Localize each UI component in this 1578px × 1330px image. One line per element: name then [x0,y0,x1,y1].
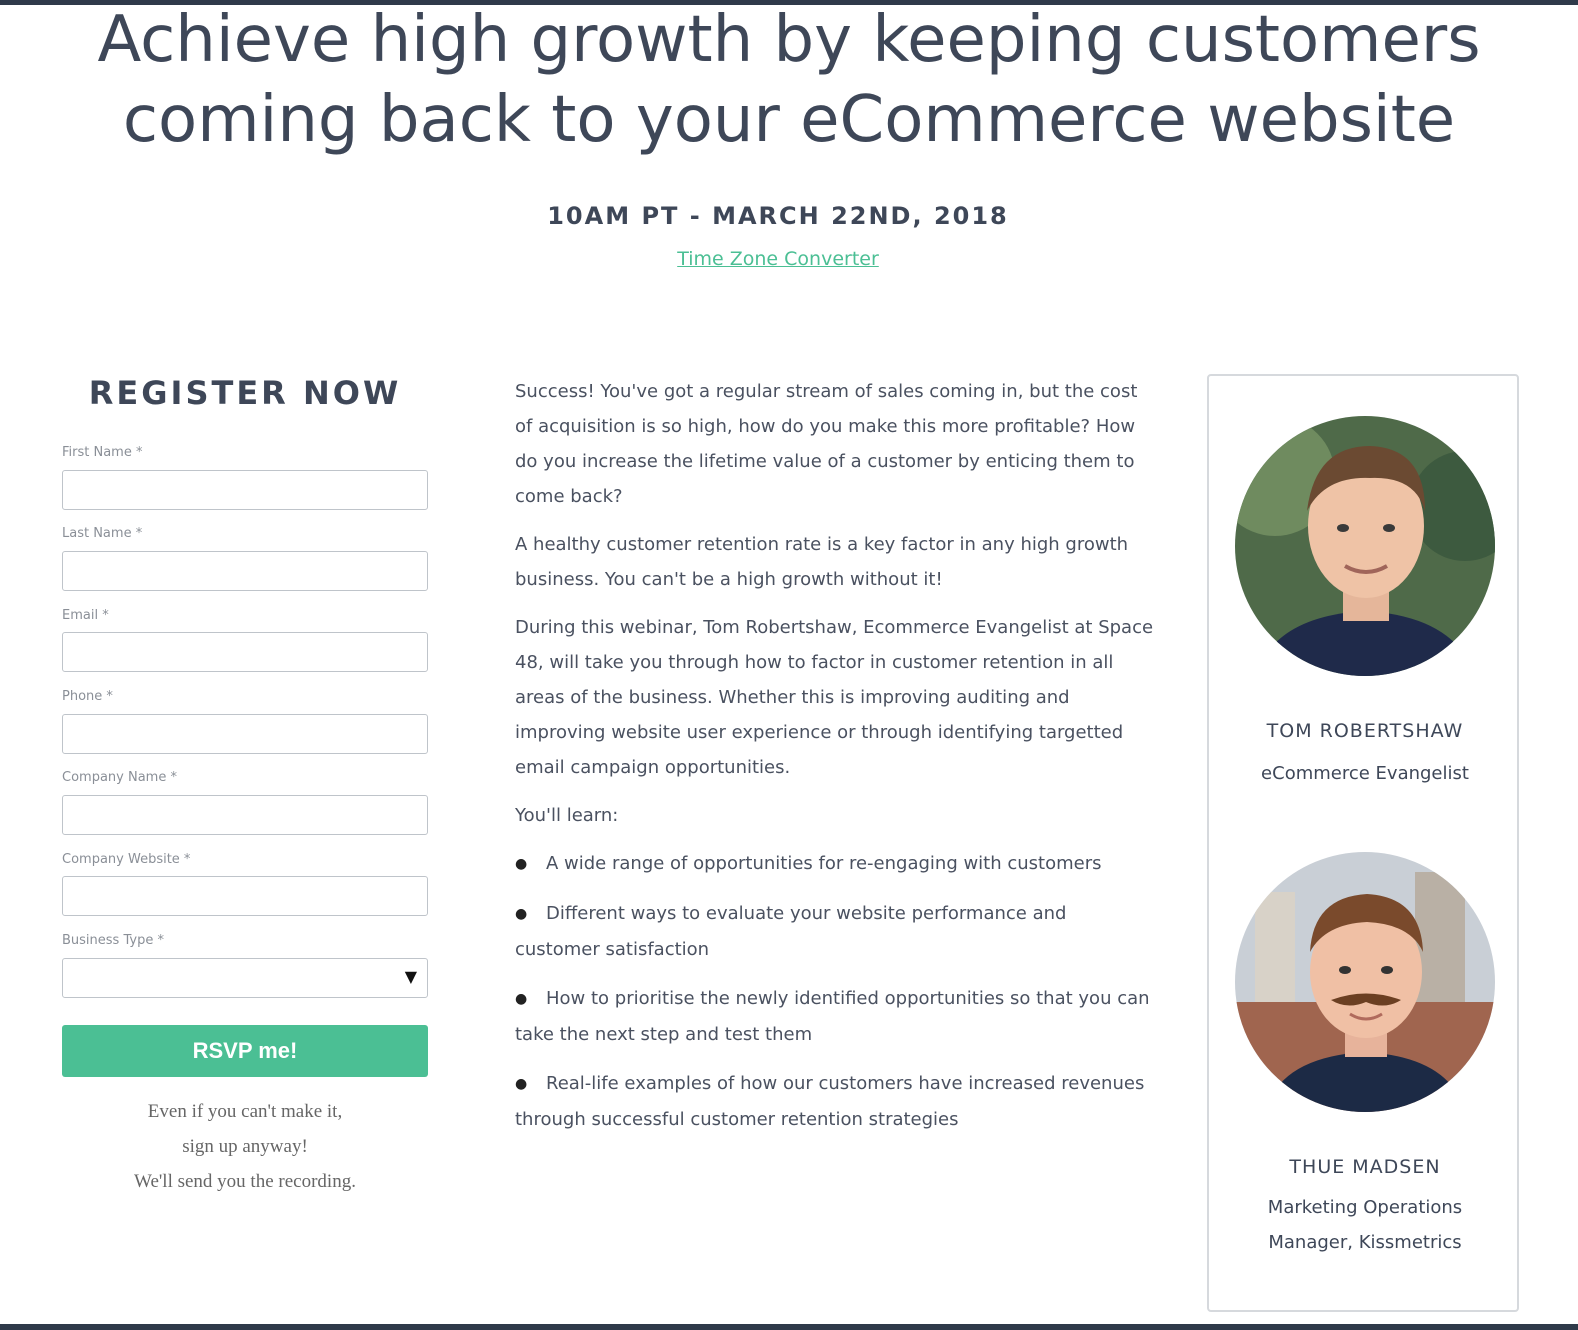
event-date-time: 10AM PT - MARCH 22ND, 2018 [547,202,1009,230]
bullet-icon: ● [515,991,528,1007]
learning-point-text: Different ways to evaluate your website … [515,903,1067,960]
last-name-label: Last Name * [62,526,143,541]
bullet-icon: ● [515,906,528,922]
register-now-heading: REGISTER NOW [88,374,402,412]
last-name-input[interactable] [62,551,428,591]
speaker-photo-tom-robertshaw [1235,416,1495,676]
phone-input[interactable] [62,714,428,754]
bullet-icon: ● [515,856,528,872]
page-headline: Achieve high growth by keeping customers… [40,0,1538,160]
recording-notice-line-2: sign up anyway! [182,1136,308,1157]
headline-line-1: Achieve high growth by keeping customers [97,3,1481,77]
list-item: ● Real-life examples of how our customers… [515,1066,1155,1137]
learning-point-text: How to prioritise the newly identified o… [515,988,1150,1045]
description-paragraph-2: A healthy customer retention rate is a k… [515,534,1129,590]
first-name-input[interactable] [62,470,428,510]
description-paragraph-3: During this webinar, Tom Robertshaw, Eco… [515,617,1154,778]
learn-heading: You'll learn: [515,805,619,826]
email-label: Email * [62,608,109,623]
company-name-label: Company Name * [62,770,177,785]
company-name-input[interactable] [62,795,428,835]
speaker-name-1: TOM ROBERTSHAW [1266,720,1464,742]
speaker-photo-thue-madsen [1235,852,1495,1112]
email-input[interactable] [62,632,428,672]
list-item: ● How to prioritise the newly identified … [515,981,1155,1052]
bottom-bar [0,1324,1578,1330]
webinar-description: Success! You've got a regular stream of … [515,374,1155,1151]
speaker-name-2: THUE MADSEN [1289,1156,1441,1178]
learning-point-text: Real-life examples of how our customers … [515,1073,1145,1130]
learning-point-text: A wide range of opportunities for re-eng… [546,853,1102,874]
recording-notice-line-3: We'll send you the recording. [134,1171,356,1192]
company-website-label: Company Website * [62,852,191,867]
phone-label: Phone * [62,689,113,704]
rsvp-button[interactable]: RSVP me! [62,1025,428,1077]
list-item: ● A wide range of opportunities for re-en… [515,846,1155,882]
time-zone-converter-link[interactable]: Time Zone Converter [0,248,1556,270]
speakers-card: TOM ROBERTSHAW eCommerce Evangelist THUE… [1207,374,1519,1312]
first-name-label: First Name * [62,445,143,460]
headline-line-2: coming back to your eCommerce website [122,83,1456,157]
business-type-select[interactable]: ▼ [62,958,428,998]
learning-points-list: ● A wide range of opportunities for re-en… [515,846,1155,1137]
description-paragraph-1: Success! You've got a regular stream of … [515,381,1138,507]
bullet-icon: ● [515,1076,528,1092]
speaker-role-1: eCommerce Evangelist [1261,763,1469,784]
speaker-role-2: Marketing Operations Manager, Kissmetric… [1267,1197,1463,1253]
company-website-input[interactable] [62,876,428,916]
recording-notice: Even if you can't make it, sign up anywa… [62,1094,428,1199]
dropdown-arrow-icon: ▼ [404,967,417,986]
list-item: ● Different ways to evaluate your website… [515,896,1155,967]
business-type-label: Business Type * [62,933,164,948]
recording-notice-line-1: Even if you can't make it, [147,1101,343,1122]
